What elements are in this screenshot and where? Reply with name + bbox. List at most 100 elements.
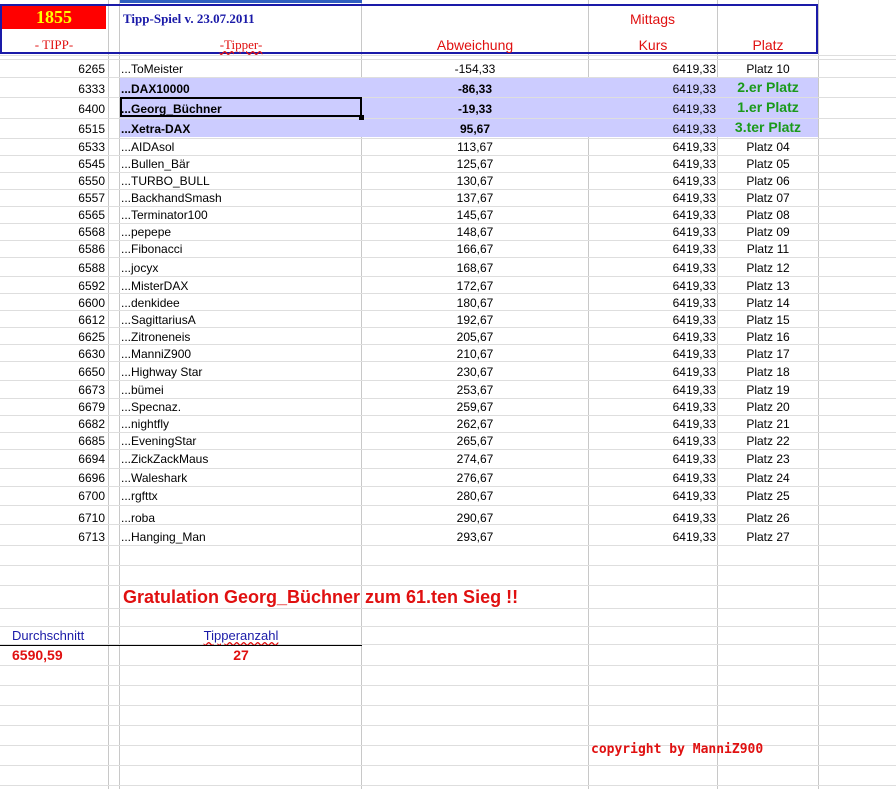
- abweichung-cell: 262,67: [456, 417, 494, 431]
- tipper-cell: ...nightfly: [121, 417, 170, 431]
- abweichung-cell: 192,67: [456, 313, 494, 327]
- abweichung-cell: 168,67: [456, 261, 494, 275]
- durchschnitt-label: Durchschnitt: [12, 628, 85, 643]
- kurs-cell: 6419,33: [672, 530, 716, 544]
- tipp-cell: 6265: [78, 62, 105, 76]
- platz-cell: Platz 15: [746, 313, 790, 327]
- kurs-cell: 6419,33: [672, 400, 716, 414]
- tipper-cell: ...Hanging_Man: [121, 530, 206, 544]
- tipper-cell: ...pepepe: [121, 225, 172, 239]
- kurs-cell: 6419,33: [672, 242, 716, 256]
- platz-cell: Platz 05: [746, 157, 790, 171]
- tipp-cell: 6592: [78, 279, 105, 293]
- tipperanzahl-label: Tipperanzahl: [203, 628, 279, 643]
- platz-cell: Platz 08: [746, 208, 790, 222]
- active-cell-cursor[interactable]: [120, 97, 362, 117]
- abweichung-cell: 230,67: [456, 365, 494, 379]
- tipp-cell: 6545: [78, 157, 105, 171]
- abweichung-cell: 145,67: [456, 208, 494, 222]
- row-divider: [0, 725, 896, 726]
- row-divider: [0, 276, 896, 277]
- abweichung-cell: 265,67: [456, 434, 494, 448]
- tipper-cell: ...Highway Star: [121, 365, 203, 379]
- abweichung-cell: -154,33: [454, 62, 496, 76]
- copyright-note: copyright by ManniZ900: [591, 742, 764, 757]
- fill-handle[interactable]: [359, 115, 364, 120]
- tipper-cell: ...Waleshark: [121, 471, 188, 485]
- tipper-cell: ...AIDAsol: [121, 140, 175, 154]
- kurs-cell: 6419,33: [672, 489, 716, 503]
- row-divider: [0, 449, 896, 450]
- kurs-cell: 6419,33: [672, 511, 716, 525]
- platz-cell: Platz 09: [746, 225, 790, 239]
- col-header-platz: Platz: [752, 37, 784, 53]
- tipper-cell: ...ToMeister: [121, 62, 184, 76]
- platz-cell: Platz 27: [746, 530, 790, 544]
- tipp-cell: 6612: [78, 313, 105, 327]
- platz-cell: Platz 26: [746, 511, 790, 525]
- row-divider: [0, 765, 896, 766]
- row-divider: [0, 155, 896, 156]
- abweichung-cell: 293,67: [456, 530, 494, 544]
- row-divider: [0, 505, 896, 506]
- platz-cell: Platz 22: [746, 434, 790, 448]
- row-divider: [0, 468, 896, 469]
- kurs-cell: 6419,33: [672, 157, 716, 171]
- tipper-cell: ...ZickZackMaus: [121, 452, 209, 466]
- tipp-cell: 6694: [78, 452, 105, 466]
- row-divider: [0, 240, 896, 241]
- abweichung-cell: 166,67: [456, 242, 494, 256]
- tipper-cell: ...TURBO_BULL: [121, 174, 210, 188]
- session-label: Mittags: [629, 11, 676, 27]
- abweichung-cell: 95,67: [459, 122, 491, 136]
- tipper-cell: ...EveningStar: [121, 434, 197, 448]
- platz-cell: Platz 25: [746, 489, 790, 503]
- platz-cell: Platz 13: [746, 279, 790, 293]
- platz-cell: Platz 10: [746, 62, 790, 76]
- platz-cell: Platz 24: [746, 471, 790, 485]
- row-divider: [0, 565, 896, 566]
- kurs-cell: 6419,33: [672, 102, 716, 116]
- col-header-tipp: - TIPP-: [34, 37, 74, 52]
- abweichung-cell: 125,67: [456, 157, 494, 171]
- tipp-cell: 6333: [78, 82, 105, 96]
- abweichung-cell: -19,33: [457, 102, 493, 116]
- kurs-cell: 6419,33: [672, 434, 716, 448]
- tipper-cell: ...rgfttx: [121, 489, 158, 503]
- abweichung-cell: 137,67: [456, 191, 494, 205]
- row-divider: [0, 608, 896, 609]
- tipp-cell: 6685: [78, 434, 105, 448]
- platz-cell: Platz 11: [746, 242, 790, 256]
- durchschnitt-value: 6590,59: [12, 647, 63, 663]
- abweichung-cell: 180,67: [456, 296, 494, 310]
- row-divider: [0, 705, 896, 706]
- tipper-cell: ...MisterDAX: [121, 279, 189, 293]
- platz-cell: Platz 07: [746, 191, 790, 205]
- col-header-kurs: Kurs: [638, 37, 668, 53]
- tipper-cell: ...Specnaz.: [121, 400, 182, 414]
- kurs-cell: 6419,33: [672, 261, 716, 275]
- tipp-cell: 6515: [78, 122, 105, 136]
- kurs-cell: 6419,33: [672, 347, 716, 361]
- tipper-cell: ...Xetra-DAX: [121, 122, 191, 136]
- kurs-cell: 6419,33: [672, 279, 716, 293]
- abweichung-cell: 290,67: [456, 511, 494, 525]
- platz-cell: 2.er Platz: [737, 79, 799, 95]
- tipper-cell: ...bümei: [121, 383, 164, 397]
- platz-cell: Platz 17: [746, 347, 790, 361]
- kurs-cell: 6419,33: [672, 452, 716, 466]
- tipp-cell: 6557: [78, 191, 105, 205]
- row-divider: [0, 310, 896, 311]
- platz-cell: Platz 16: [746, 330, 790, 344]
- tipper-cell: ...Zitroneneis: [121, 330, 191, 344]
- tipp-cell: 6625: [78, 330, 105, 344]
- kurs-cell: 6419,33: [672, 82, 716, 96]
- tipp-cell: 6630: [78, 347, 105, 361]
- tipp-cell: 6710: [78, 511, 105, 525]
- kurs-cell: 6419,33: [672, 313, 716, 327]
- col-header-tipper: -Tipper-: [219, 37, 263, 52]
- kurs-cell: 6419,33: [672, 330, 716, 344]
- abweichung-cell: 253,67: [456, 383, 494, 397]
- kurs-cell: 6419,33: [672, 471, 716, 485]
- row-divider: [0, 361, 896, 362]
